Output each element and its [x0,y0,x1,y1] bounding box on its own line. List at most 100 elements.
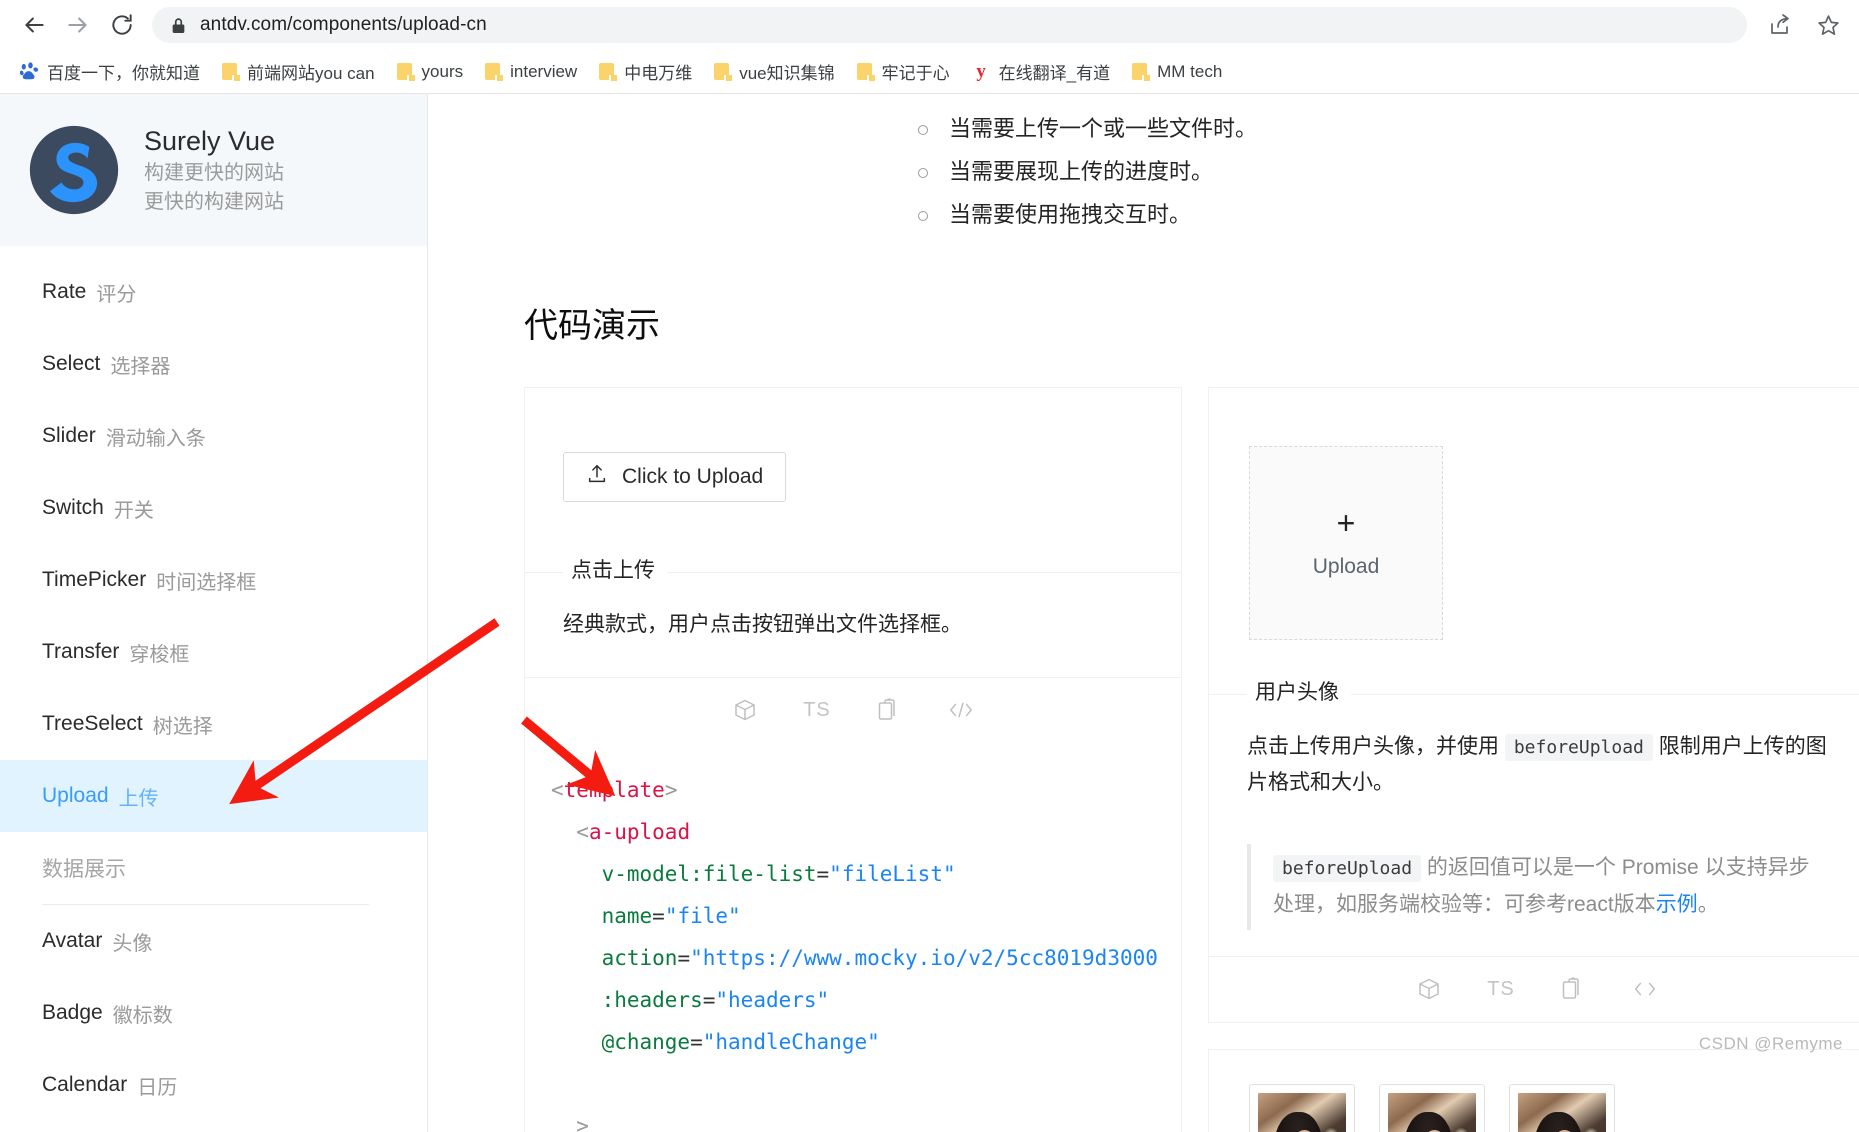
sidebar-item-label: Transfer [42,640,120,663]
back-arrow-icon[interactable] [12,3,56,47]
code-token: = [652,903,665,928]
code-token: = [690,1029,703,1054]
share-icon[interactable] [1761,6,1799,44]
sidebar-item-badge[interactable]: Badge 徽标数 [0,977,427,1049]
bookmark-item[interactable]: MM tech [1122,58,1232,86]
sidebar-item-transfer[interactable]: Transfer 穿梭框 [0,616,427,688]
code-line: <template> [551,769,1181,811]
sidebar-item-treeselect[interactable]: TreeSelect 树选择 [0,688,427,760]
bookmark-item[interactable]: interview [475,58,587,86]
list-item[interactable] [1249,1083,1355,1132]
sidebar-item-label: Upload [42,784,109,807]
demo-preview-area: Click to Upload [525,388,1181,572]
demo-card-note: beforeUpload 的返回值可以是一个 Promise 以支持异步处理，如… [1247,844,1827,930]
code-token: > [551,1113,589,1132]
folder-icon [222,62,240,81]
browser-toolbar: antdv.com/components/upload-cn [0,0,1859,50]
copy-icon[interactable] [1559,975,1587,1003]
bookmark-label: 在线翻译_有道 [998,64,1111,83]
star-bookmark-icon[interactable] [1809,6,1847,44]
bookmark-item[interactable]: y 在线翻译_有道 [962,55,1120,88]
inline-code-beforeupload: beforeUpload [1504,734,1653,761]
sidebar-item-label-cn: 开关 [113,499,154,522]
code-line: :headers="headers" [551,979,1181,1021]
bookmark-label: 中电万维 [624,64,693,83]
bookmark-label: yours [421,61,464,81]
sidebar-item-select[interactable]: Select 选择器 [0,328,427,400]
avatar [1388,1092,1476,1132]
avatar [1258,1092,1346,1132]
sidebar-item-upload[interactable]: Upload 上传 [0,760,427,832]
demo-card-click-to-upload: Click to Upload 点击上传 经典款式，用户点击按钮弹出文件选择框。… [524,387,1182,1132]
sidebar-item-label: Badge [42,1001,103,1024]
code-token: name [601,903,653,928]
bookmark-item[interactable]: 中电万维 [589,55,702,88]
codesandbox-icon[interactable] [1415,975,1443,1003]
forward-arrow-icon[interactable] [56,3,100,47]
thumbnail-list [1209,1050,1859,1132]
copy-icon[interactable] [875,696,903,724]
code-token: "handleChange" [702,1029,880,1054]
code-token: = [702,987,716,1012]
folder-icon [1132,62,1151,81]
code-token: "headers" [715,987,830,1012]
sidebar-item-timepicker[interactable]: TimePicker 时间选择框 [0,544,427,616]
bookmark-item[interactable]: yours [387,58,474,86]
card-title-divider: 点击上传 [525,554,1181,584]
bookmarks-bar: 百度一下，你就知道 前端网站you can yours interview 中电… [0,50,1859,94]
list-item: 当需要使用拖拽交互时。 [918,194,1859,236]
codesandbox-icon[interactable] [731,696,759,724]
bookmark-item[interactable]: 前端网站you can [212,55,385,88]
demo-column-left: Click to Upload 点击上传 经典款式，用户点击按钮弹出文件选择框。… [524,387,1182,1132]
sidebar-item-calendar[interactable]: Calendar 日历 [0,1049,427,1121]
browser-chrome: antdv.com/components/upload-cn 百度一下，你就知道 [0,0,1859,94]
youdao-icon: y [976,60,986,82]
page-root: antdv.com/components/upload-cn 百度一下，你就知道 [0,0,1859,1132]
typescript-icon[interactable]: TS [803,696,831,724]
sidebar-item-slider[interactable]: Slider 滑动输入条 [0,400,427,472]
avatar-upload-dropzone[interactable]: + Upload [1249,446,1443,640]
sidebar-item-label: Select [42,352,101,375]
baidu-icon [19,62,39,81]
code-token: action [601,945,678,970]
sidebar-item-label-cn: 滑动输入条 [105,427,206,450]
sidebar-item-label-cn: 上传 [118,787,159,810]
list-item[interactable] [1379,1083,1485,1132]
code-expand-icon[interactable] [947,696,975,724]
list-item[interactable] [1509,1083,1615,1132]
brand-subtitle-2: 更快的构建网站 [144,191,284,214]
brand-block[interactable]: Surely Vue 构建更快的网站 更快的构建网站 [0,94,427,246]
code-line: <a-upload [551,811,1181,853]
reload-icon[interactable] [100,3,144,47]
sidebar-item-label-cn: 徽标数 [112,1004,173,1027]
sidebar-item-avatar[interactable]: Avatar 头像 [0,905,427,977]
sidebar-item-rate[interactable]: Rate 评分 [0,256,427,328]
bookmark-item[interactable]: 百度一下，你就知道 [10,55,210,88]
demo-card-avatar-upload: + Upload 用户头像 点击上传用户头像，并使用 beforeUpload … [1208,387,1859,1023]
address-bar[interactable]: antdv.com/components/upload-cn [152,7,1747,43]
sidebar-item-switch[interactable]: Switch 开关 [0,472,427,544]
bookmark-label: vue知识集锦 [739,64,835,83]
demo-columns: Click to Upload 点击上传 经典款式，用户点击按钮弹出文件选择框。… [429,387,1859,1132]
brand-subtitle-1: 构建更快的网站 [144,162,284,185]
address-bar-url: antdv.com/components/upload-cn [200,14,487,35]
typescript-icon[interactable]: TS [1487,975,1515,1003]
code-token: = [677,945,691,970]
sidebar-item-label-cn: 评分 [96,283,137,306]
note-text-tail: 。 [1697,893,1719,917]
card-title-divider: 用户头像 [1209,676,1859,706]
note-link-example[interactable]: 示例 [1656,893,1698,916]
bookmark-item[interactable]: vue知识集锦 [704,55,844,88]
folder-icon [714,62,733,81]
upload-outlined-icon [586,463,608,491]
code-collapse-icon[interactable] [1631,975,1659,1003]
list-item: 当需要展现上传的进度时。 [918,151,1859,193]
sidebar-item-label-cn: 日历 [137,1076,178,1099]
bookmark-item[interactable]: 牢记于心 [847,55,960,88]
inline-code-beforeupload: beforeUpload [1273,855,1422,883]
demo-card-title: 用户头像 [1247,676,1351,706]
click-to-upload-button[interactable]: Click to Upload [563,452,787,502]
